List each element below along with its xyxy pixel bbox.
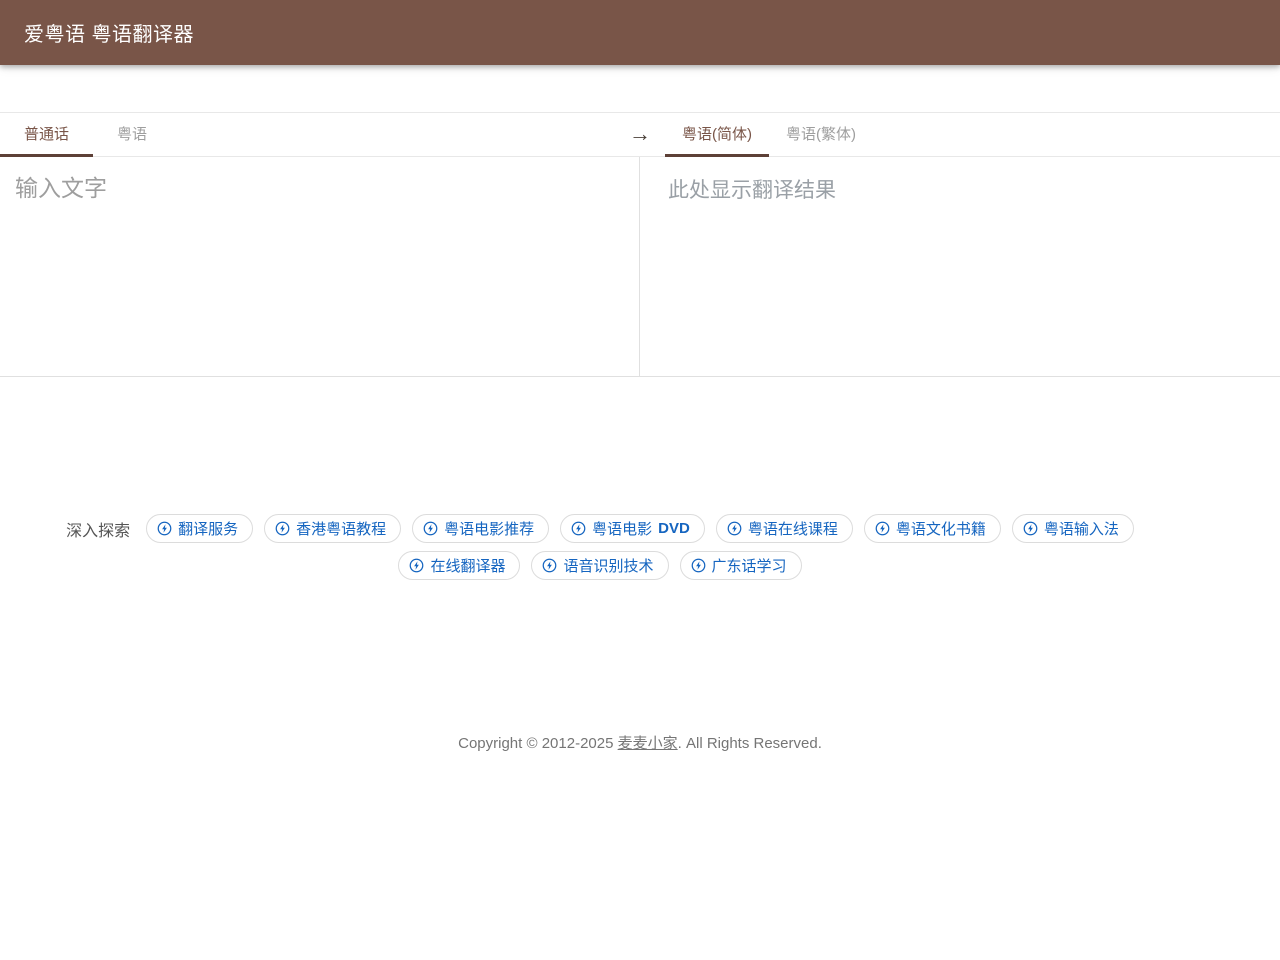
copyright-prefix: Copyright © 2012-2025 — [458, 735, 618, 752]
bolt-circle-icon — [423, 521, 438, 536]
explore-link-online-course[interactable]: 粤语在线课程 — [716, 514, 853, 543]
bolt-circle-icon — [1023, 521, 1038, 536]
explore-link-guangdonghua-learning[interactable]: 广东话学习 — [680, 551, 802, 580]
bolt-circle-icon — [542, 558, 557, 573]
footer-site-link[interactable]: 麦麦小家 — [618, 735, 678, 752]
explore-link-movie-dvd[interactable]: 粤语电影DVD — [560, 514, 705, 543]
copyright-footer: Copyright © 2012-2025 麦麦小家. All Rights R… — [0, 732, 1280, 753]
copyright-suffix: . All Rights Reserved. — [678, 735, 822, 752]
translation-panels: 此处显示翻译结果 — [0, 157, 1280, 377]
explore-label: 深入探索 — [66, 517, 130, 541]
source-text-input[interactable] — [0, 157, 640, 376]
source-language-tabs: 普通话 粤语 — [0, 113, 171, 156]
explore-link-speech-recognition[interactable]: 语音识别技术 — [531, 551, 668, 580]
tab-cantonese-simplified[interactable]: 粤语(简体) — [665, 113, 769, 156]
explore-link-movie-recommendation[interactable]: 粤语电影推荐 — [412, 514, 549, 543]
bolt-circle-icon — [727, 521, 742, 536]
tab-cantonese[interactable]: 粤语 — [93, 113, 171, 156]
page-title: 爱粤语 粤语翻译器 — [24, 18, 194, 47]
bolt-circle-icon — [275, 521, 290, 536]
tab-mandarin[interactable]: 普通话 — [0, 113, 93, 156]
bolt-circle-icon — [409, 558, 424, 573]
tab-cantonese-traditional[interactable]: 粤语(繁体) — [769, 113, 873, 156]
bolt-circle-icon — [571, 521, 586, 536]
explore-link-translation-service[interactable]: 翻译服务 — [146, 514, 253, 543]
arrow-right-icon: → — [629, 113, 651, 155]
bolt-circle-icon — [691, 558, 706, 573]
app-header: 爱粤语 粤语翻译器 — [0, 0, 1280, 65]
target-language-tabs: 粤语(简体) 粤语(繁体) — [665, 113, 873, 156]
bolt-circle-icon — [875, 521, 890, 536]
bolt-circle-icon — [157, 521, 172, 536]
explore-link-culture-books[interactable]: 粤语文化书籍 — [864, 514, 1001, 543]
explore-link-hk-cantonese-course[interactable]: 香港粤语教程 — [264, 514, 401, 543]
explore-link-input-method[interactable]: 粤语输入法 — [1012, 514, 1134, 543]
explore-link-online-translator[interactable]: 在线翻译器 — [398, 551, 520, 580]
explore-section: 深入探索 翻译服务 香港粤语教程 粤语电影推荐 粤语电影DVD 粤语在线课程 粤… — [0, 514, 1200, 580]
translation-output: 此处显示翻译结果 — [640, 157, 1280, 376]
language-tabbar: 普通话 粤语 → 粤语(简体) 粤语(繁体) — [0, 112, 1280, 157]
